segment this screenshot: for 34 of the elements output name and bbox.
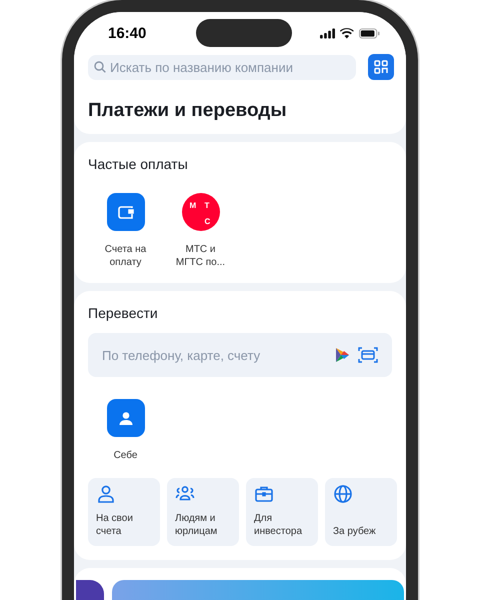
payment-label: Счета на оплату (104, 243, 148, 269)
section-title: Частые оплаты (88, 156, 189, 172)
logo-letter: М (190, 201, 196, 210)
person-icon (96, 484, 116, 504)
battery-icon (359, 28, 380, 38)
qr-scan-button[interactable] (368, 54, 394, 80)
transfer-option-tile[interactable]: На свои счета (88, 478, 160, 546)
transfer-option-tile[interactable]: За рубеж (325, 478, 397, 546)
search-input[interactable]: Искать по названию компании (110, 60, 350, 74)
card-scan-icon (358, 347, 378, 363)
qr-code-icon (374, 60, 388, 74)
section-title: Перевести (88, 305, 159, 321)
contact-tile[interactable] (106, 399, 144, 437)
wifi-icon (340, 28, 354, 38)
search-icon (94, 61, 106, 73)
transfer-option-tile[interactable]: Для инвестора (246, 478, 318, 546)
payment-label: МТС и МГТС по... (174, 243, 226, 269)
wallet-tile[interactable] (106, 193, 144, 231)
briefcase-icon (254, 484, 274, 504)
payment-system-icon (335, 347, 350, 363)
page-title: Платежи и переводы (88, 100, 288, 122)
wallet-icon (118, 205, 134, 219)
transfer-input[interactable]: По телефону, карте, счету (102, 348, 335, 362)
operator-logo[interactable]: М Т С (182, 193, 220, 231)
contact-label: Себе (112, 449, 138, 462)
globe-icon (333, 484, 353, 504)
signal-icon (320, 28, 336, 38)
status-time: 16:40 (108, 24, 148, 42)
logo-letter: С (204, 217, 210, 226)
transfer-option-tile[interactable]: Людям и юрлицам (167, 478, 239, 546)
logo-letter: Т (204, 201, 210, 210)
person-icon (118, 412, 132, 424)
transfer-search-field[interactable]: По телефону, карте, счету (88, 333, 392, 377)
search-field[interactable]: Искать по названию компании (88, 54, 356, 80)
